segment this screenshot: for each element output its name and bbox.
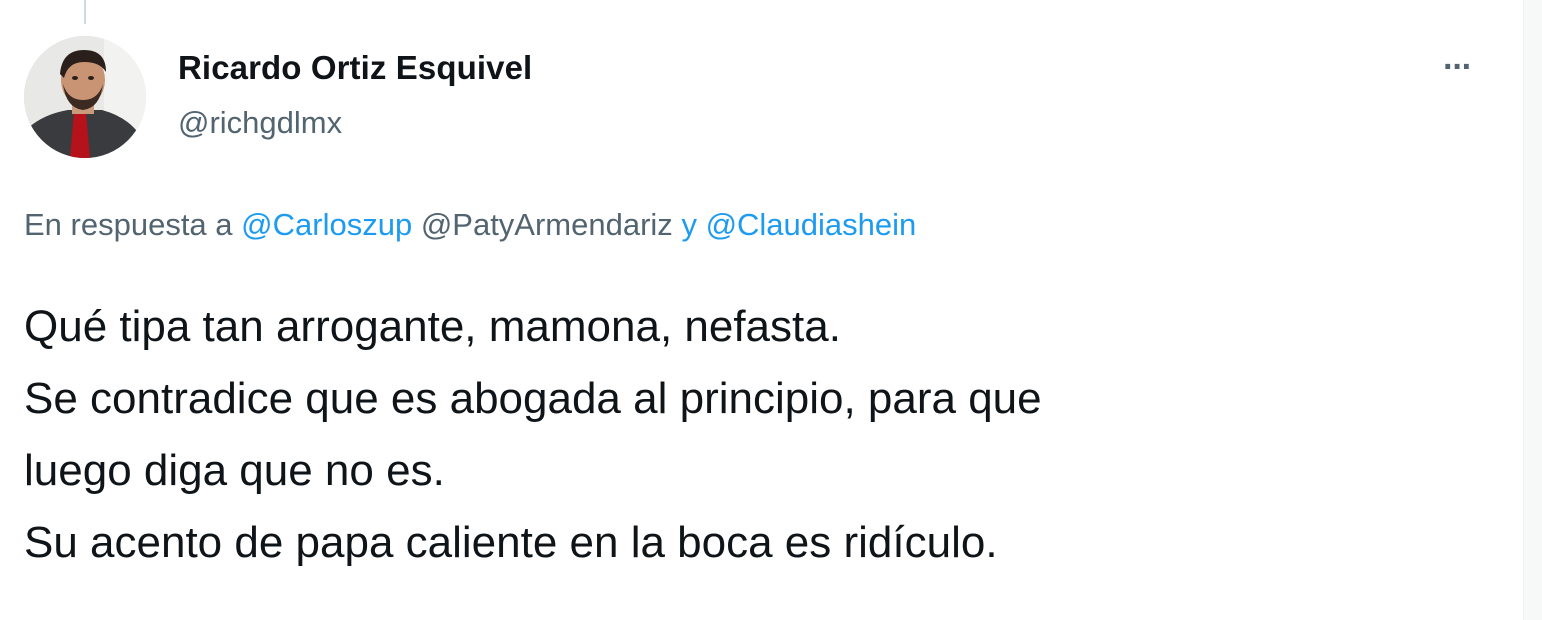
more-options-button[interactable]: ··· (1432, 50, 1482, 84)
tweet-line: Se contradice que es abogada al principi… (24, 374, 1042, 423)
mention-link[interactable]: @PatyArmendariz (421, 207, 673, 242)
reply-conjunction: y (681, 207, 697, 242)
tweet-line: Qué tipa tan arrogante, mamona, nefasta. (24, 302, 841, 351)
thread-connector-line (84, 0, 86, 24)
tweet-text: Qué tipa tan arrogante, mamona, nefasta.… (24, 291, 1042, 579)
page-edge (1523, 0, 1542, 620)
author-display-name[interactable]: Ricardo Ortiz Esquivel (178, 48, 532, 88)
mention-link[interactable]: @Claudiashein (706, 207, 917, 242)
avatar-photo (24, 36, 146, 158)
ellipsis-icon: ··· (1443, 48, 1473, 86)
tweet-author: Ricardo Ortiz Esquivel @richgdlmx (178, 48, 532, 142)
author-handle[interactable]: @richgdlmx (178, 104, 532, 142)
tweet-line: luego diga que no es. (24, 446, 445, 495)
reply-context: En respuesta a @Carloszup @PatyArmendari… (24, 205, 916, 245)
reply-prefix: En respuesta a (24, 207, 233, 242)
tweet-line: Su acento de papa caliente en la boca es… (24, 518, 998, 567)
avatar[interactable] (24, 36, 146, 158)
mention-link[interactable]: @Carloszup (241, 207, 412, 242)
